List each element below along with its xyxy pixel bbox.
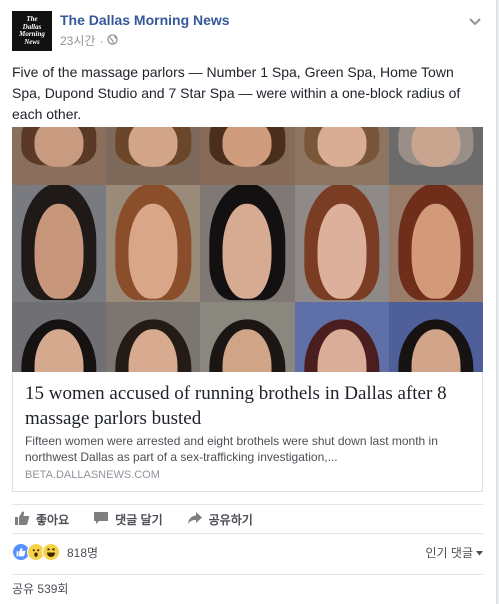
reaction-icons[interactable] <box>12 543 60 561</box>
mugshot-face <box>128 203 178 300</box>
mugshot-face <box>34 203 84 300</box>
post-text: Five of the massage parlors — Number 1 S… <box>12 64 461 122</box>
link-title[interactable]: 15 women accused of running brothels in … <box>25 381 473 431</box>
mugshot-photo <box>200 302 295 372</box>
comment-label: 댓글 달기 <box>115 512 163 527</box>
share-button[interactable]: 공유하기 <box>187 510 253 529</box>
meta-separator: · <box>99 33 104 48</box>
mugshot-photo <box>106 185 201 302</box>
reaction-count[interactable]: 818명 <box>67 544 98 561</box>
mugshot-photo <box>106 302 201 372</box>
link-preview-image[interactable] <box>12 127 483 372</box>
link-preview[interactable]: 15 women accused of running brothels in … <box>12 372 483 492</box>
comment-icon <box>93 510 109 529</box>
like-button[interactable]: 좋아요 <box>14 510 69 529</box>
mugshot-face <box>317 203 367 300</box>
link-description: Fifteen women were arrested and eight br… <box>25 434 438 464</box>
share-count[interactable]: 공유 539회 <box>12 582 68 596</box>
caret-down-icon <box>476 545 483 559</box>
share-count-row: 공유 539회 <box>12 574 483 602</box>
reactions-row: 818명 인기 댓글 <box>12 541 483 563</box>
mugshot-photo <box>388 185 483 302</box>
mugshot-face <box>222 203 272 300</box>
page-avatar[interactable]: The Dallas Morning News <box>12 11 52 51</box>
comment-sort-dropdown[interactable]: 인기 댓글 <box>425 544 483 561</box>
mugshot-face <box>128 127 178 167</box>
globe-icon <box>107 33 119 48</box>
page-name-link[interactable]: The Dallas Morning News <box>60 12 230 28</box>
mugshot-photo <box>12 302 107 372</box>
post-card: The Dallas Morning News The Dallas Morni… <box>0 0 497 604</box>
mugshot-photo <box>106 127 201 185</box>
comment-sort-label: 인기 댓글 <box>425 545 474 560</box>
share-label: 공유하기 <box>208 512 253 527</box>
comment-button[interactable]: 댓글 달기 <box>93 510 163 529</box>
mugshot-photo <box>200 185 295 302</box>
mugshot-photo <box>200 127 295 185</box>
mugshot-face <box>34 127 84 167</box>
thumbs-up-icon <box>14 510 30 529</box>
logo-line-4: News <box>24 37 40 46</box>
link-domain: BETA.DALLASNEWS.COM <box>25 469 160 481</box>
post-meta: 23시간 · <box>60 32 119 49</box>
mugshot-photo <box>388 302 483 372</box>
chevron-down-icon[interactable] <box>468 14 482 26</box>
haha-icon[interactable] <box>42 543 60 561</box>
mugshot-photo <box>12 127 107 185</box>
like-label: 좋아요 <box>36 512 70 527</box>
mugshot-photo <box>388 127 483 185</box>
post-timestamp[interactable]: 23시간 <box>60 32 95 49</box>
mugshot-photo <box>12 185 107 302</box>
mugshot-face <box>411 127 461 167</box>
mugshot-face <box>317 127 367 167</box>
mugshot-photo <box>294 185 389 302</box>
mugshot-face <box>222 127 272 167</box>
share-arrow-icon <box>187 510 203 529</box>
mugshot-photo <box>294 302 389 372</box>
mugshot-face <box>411 203 461 300</box>
mugshot-photo <box>294 127 389 185</box>
action-bar: 좋아요 댓글 달기 공유하기 <box>12 504 483 534</box>
